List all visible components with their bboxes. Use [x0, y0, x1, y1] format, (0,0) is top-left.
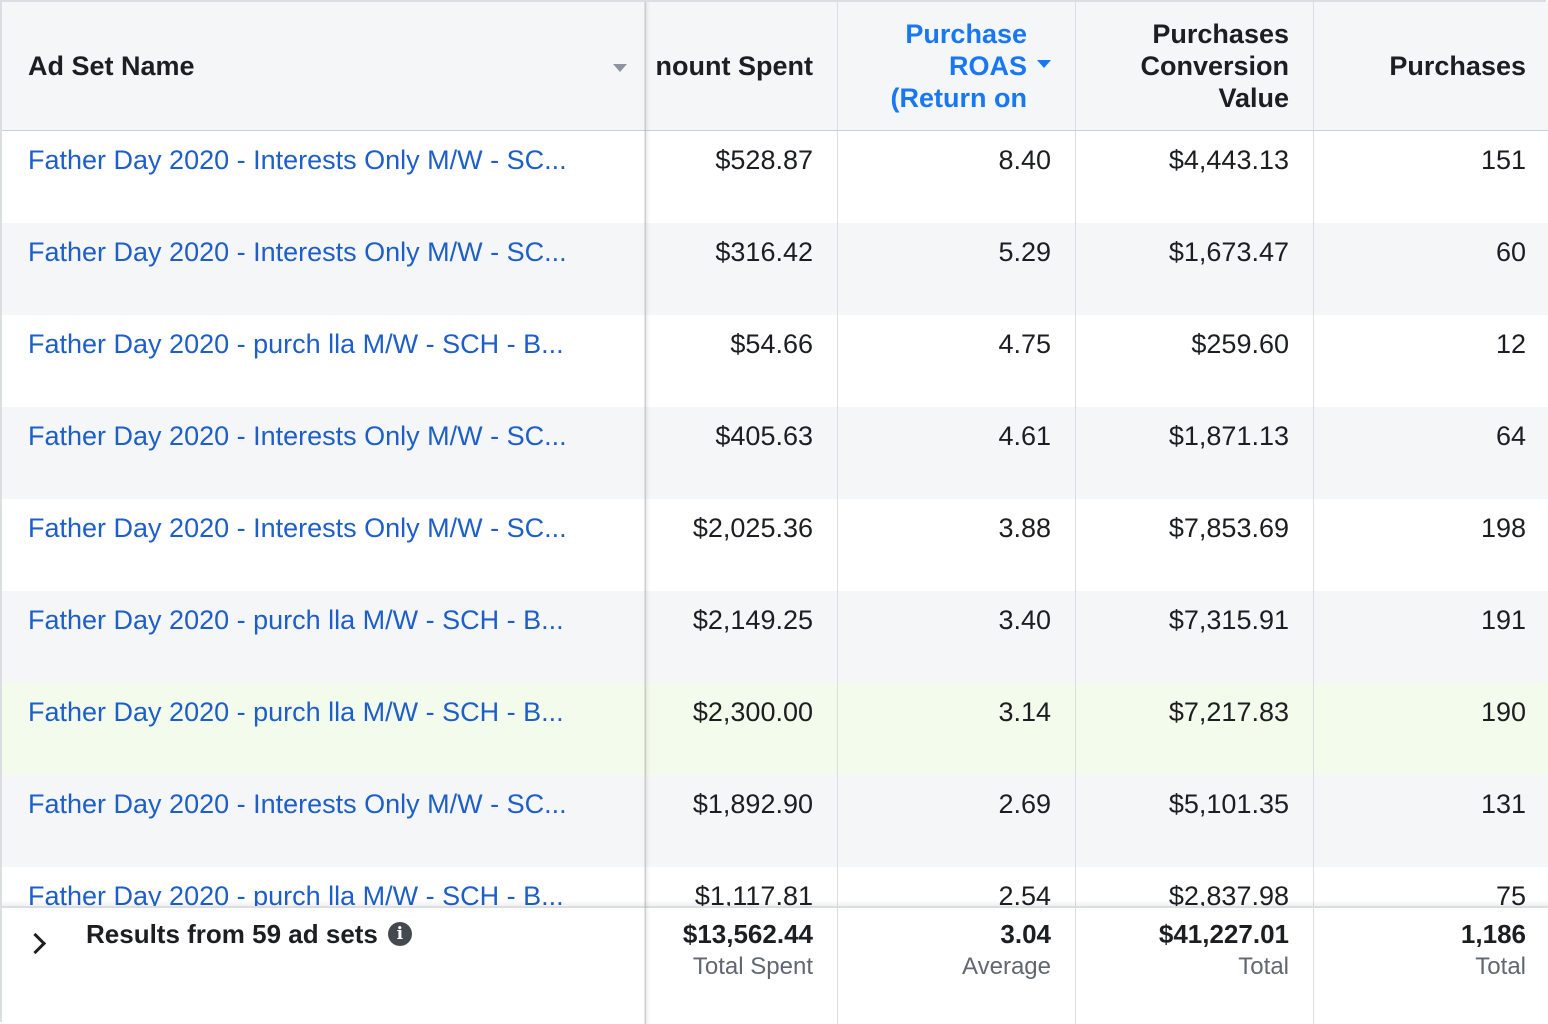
conversion-value-cell: $7,217.83: [1075, 683, 1313, 775]
total-conversion-value-cell: $41,227.01 Total: [1075, 908, 1313, 1024]
column-header-amount-spent[interactable]: nount Spent: [645, 2, 837, 130]
purchase-roas-cell: 3.14: [837, 683, 1075, 775]
amount-spent-cell: $405.63: [645, 407, 837, 499]
purchases-cell: 191: [1313, 591, 1548, 683]
ad-set-link[interactable]: Father Day 2020 - Interests Only M/W - S…: [28, 237, 608, 267]
ad-set-link[interactable]: Father Day 2020 - Interests Only M/W - S…: [28, 145, 608, 175]
table-body: Father Day 2020 - Interests Only M/W - S…: [2, 131, 1548, 906]
ads-table: Ad Set Name nount Spent Purchase ROAS (R…: [0, 0, 1548, 1024]
ad-set-link[interactable]: Father Day 2020 - purch lla M/W - SCH - …: [28, 605, 608, 635]
info-icon[interactable]: i: [387, 922, 412, 946]
total-purchases-label: Total: [1475, 953, 1526, 980]
table-row[interactable]: Father Day 2020 - Interests Only M/W - S…: [2, 775, 1548, 867]
table-row[interactable]: Father Day 2020 - purch lla M/W - SCH - …: [2, 315, 1548, 407]
purchases-cell: 60: [1313, 223, 1548, 315]
column-header-label: Ad Set Name: [28, 51, 195, 81]
table-row-hovered[interactable]: Father Day 2020 - purch lla M/W - SCH - …: [2, 683, 1548, 775]
table-row[interactable]: Father Day 2020 - Interests Only M/W - S…: [2, 407, 1548, 499]
column-header-purchase-roas[interactable]: Purchase ROAS (Return on: [837, 2, 1075, 130]
table-row[interactable]: Father Day 2020 - purch lla M/W - SCH - …: [2, 591, 1548, 683]
table-header: Ad Set Name nount Spent Purchase ROAS (R…: [2, 2, 1548, 131]
column-header-purchases-conversion-value[interactable]: Purchases Conversion Value: [1075, 2, 1313, 130]
chevron-right-icon[interactable]: [24, 932, 47, 955]
purchases-cell: 131: [1313, 775, 1548, 867]
ad-set-link[interactable]: Father Day 2020 - purch lla M/W - SCH - …: [28, 329, 608, 359]
amount-spent-cell: $2,300.00: [645, 683, 837, 775]
amount-spent-cell: $316.42: [645, 223, 837, 315]
average-roas-label: Average: [962, 953, 1051, 980]
purchase-roas-cell: 3.88: [837, 499, 1075, 591]
results-label-wrap: Results from 59 ad sets i: [86, 918, 412, 950]
conversion-value-cell: $5,101.35: [1075, 775, 1313, 867]
purchases-cell: 64: [1313, 407, 1548, 499]
purchase-roas-cell: 4.75: [837, 315, 1075, 407]
sort-descending-icon[interactable]: [1037, 60, 1051, 68]
column-header-label: Purchases: [1389, 51, 1526, 81]
column-header-label: Purchase ROAS (Return on: [890, 19, 1027, 113]
ad-set-name-cell[interactable]: Father Day 2020 - purch lla M/W - SCH - …: [4, 591, 644, 683]
conversion-value-cell: $259.60: [1075, 315, 1313, 407]
column-header-ad-set-name[interactable]: Ad Set Name: [4, 2, 644, 130]
amount-spent-cell: $2,149.25: [645, 591, 837, 683]
ad-set-link[interactable]: Father Day 2020 - purch lla M/W - SCH - …: [28, 697, 608, 727]
amount-spent-cell: $1,892.90: [645, 775, 837, 867]
column-header-label: nount Spent: [655, 51, 813, 81]
chevron-down-icon[interactable]: [613, 64, 627, 72]
purchases-cell: 190: [1313, 683, 1548, 775]
table-row[interactable]: Father Day 2020 - Interests Only M/W - S…: [2, 499, 1548, 591]
results-label: Results from 59 ad sets: [86, 919, 378, 949]
purchase-roas-cell: 2.69: [837, 775, 1075, 867]
conversion-value-cell: $1,673.47: [1075, 223, 1313, 315]
average-roas-cell: 3.04 Average: [837, 908, 1075, 1024]
total-purchases-value: 1,186: [1460, 919, 1526, 949]
ad-set-link[interactable]: Father Day 2020 - Interests Only M/W - S…: [28, 789, 608, 819]
ad-set-link[interactable]: Father Day 2020 - Interests Only M/W - S…: [28, 421, 608, 451]
ad-set-name-cell[interactable]: Father Day 2020 - Interests Only M/W - S…: [4, 499, 644, 591]
total-conversion-label: Total: [1238, 953, 1289, 980]
conversion-value-cell: $4,443.13: [1075, 131, 1313, 223]
total-spent-value: $13,562.44: [682, 919, 813, 949]
purchases-cell: 151: [1313, 131, 1548, 223]
conversion-value-cell: $1,871.13: [1075, 407, 1313, 499]
purchase-roas-cell: 8.40: [837, 131, 1075, 223]
table-row[interactable]: Father Day 2020 - Interests Only M/W - S…: [2, 223, 1548, 315]
average-roas-value: 3.04: [1000, 919, 1051, 949]
purchases-cell: 198: [1313, 499, 1548, 591]
purchases-cell: 12: [1313, 315, 1548, 407]
total-spent-label: Total Spent: [692, 953, 813, 980]
ad-set-name-cell[interactable]: Father Day 2020 - Interests Only M/W - S…: [4, 775, 644, 867]
column-header-label: Purchases Conversion Value: [1140, 19, 1289, 113]
total-spent-cell: $13,562.44 Total Spent: [645, 908, 837, 1024]
conversion-value-cell: $7,315.91: [1075, 591, 1313, 683]
conversion-value-cell: $7,853.69: [1075, 499, 1313, 591]
purchase-roas-cell: 4.61: [837, 407, 1075, 499]
amount-spent-cell: $54.66: [645, 315, 837, 407]
table-row[interactable]: Father Day 2020 - Interests Only M/W - S…: [2, 131, 1548, 223]
column-header-purchases[interactable]: Purchases: [1313, 2, 1548, 130]
amount-spent-cell: $2,025.36: [645, 499, 837, 591]
purchase-roas-cell: 3.40: [837, 591, 1075, 683]
ad-set-name-cell[interactable]: Father Day 2020 - Interests Only M/W - S…: [4, 131, 644, 223]
purchase-roas-cell: 5.29: [837, 223, 1075, 315]
total-conversion-value: $41,227.01: [1158, 919, 1289, 949]
ad-set-name-cell[interactable]: Father Day 2020 - Interests Only M/W - S…: [4, 407, 644, 499]
total-purchases-cell: 1,186 Total: [1313, 908, 1548, 1024]
results-summary: Results from 59 ad sets i: [4, 908, 644, 1024]
ad-set-name-cell[interactable]: Father Day 2020 - purch lla M/W - SCH - …: [4, 315, 644, 407]
ad-set-name-cell[interactable]: Father Day 2020 - Interests Only M/W - S…: [4, 223, 644, 315]
ad-set-name-cell[interactable]: Father Day 2020 - purch lla M/W - SCH - …: [4, 683, 644, 775]
amount-spent-cell: $528.87: [645, 131, 837, 223]
totals-row: Results from 59 ad sets i $13,562.44 Tot…: [2, 906, 1548, 1024]
ad-set-link[interactable]: Father Day 2020 - Interests Only M/W - S…: [28, 513, 608, 543]
